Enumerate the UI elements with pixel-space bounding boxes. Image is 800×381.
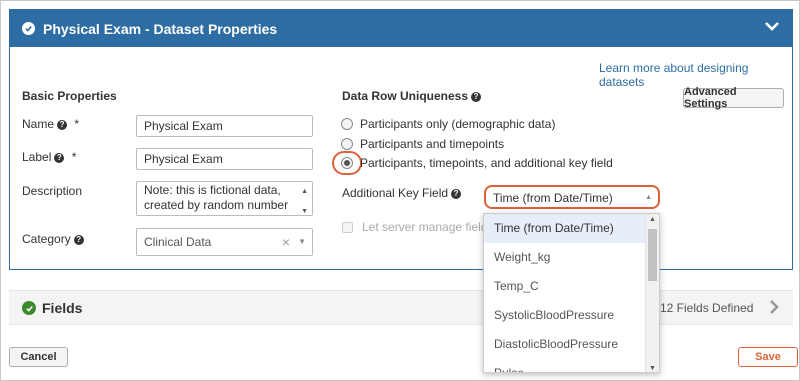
- fields-title: Fields: [42, 300, 83, 316]
- label-label: Label: [22, 150, 52, 164]
- cancel-button[interactable]: Cancel: [9, 347, 68, 367]
- required-marker: *: [74, 117, 80, 131]
- advanced-settings-button[interactable]: Advanced Settings: [683, 86, 784, 110]
- check-circle-icon: [22, 22, 35, 35]
- additional-key-dropdown-menu: Time (from Date/Time) Weight_kg Temp_C S…: [483, 213, 660, 373]
- name-label: Name: [22, 117, 55, 131]
- help-icon[interactable]: ?: [73, 234, 84, 245]
- description-textarea[interactable]: Note: this is fictional data, created by…: [136, 181, 313, 216]
- server-manage-checkbox[interactable]: [342, 222, 353, 233]
- dropdown-option[interactable]: Temp_C: [484, 272, 659, 301]
- help-icon[interactable]: ?: [57, 119, 68, 130]
- additional-key-label-row: Additional Key Field?: [342, 186, 462, 200]
- fields-panel-header[interactable]: Fields 12 Fields Defined: [9, 290, 793, 325]
- radio-participants-only[interactable]: [341, 118, 353, 130]
- dropdown-scrollbar[interactable]: ▲ ▼: [645, 214, 659, 372]
- help-icon[interactable]: ?: [54, 152, 65, 163]
- label-input[interactable]: Physical Exam: [136, 148, 313, 170]
- additional-key-label: Additional Key Field: [342, 186, 449, 200]
- dropdown-option[interactable]: Weight_kg: [484, 243, 659, 272]
- panel-header[interactable]: Physical Exam - Dataset Properties: [10, 10, 792, 47]
- radio-label[interactable]: Participants, timepoints, and additional…: [360, 156, 613, 170]
- uniqueness-heading: Data Row Uniqueness: [342, 89, 469, 103]
- description-line: Note: this is fictional data,: [144, 183, 281, 197]
- dropdown-option[interactable]: SystolicBloodPressure: [484, 301, 659, 330]
- basic-properties-heading: Basic Properties: [22, 89, 117, 103]
- fields-count: 12 Fields Defined: [660, 301, 754, 315]
- scroll-up-icon[interactable]: ▲: [649, 216, 656, 223]
- category-label-row: Category?: [22, 232, 84, 246]
- chevron-right-icon[interactable]: [769, 299, 779, 318]
- category-value: Clinical Data: [144, 235, 212, 249]
- learn-more-link[interactable]: Learn more about designing datasets: [599, 61, 792, 89]
- radio-participants-timepoints-key[interactable]: [341, 157, 353, 169]
- clear-icon[interactable]: ×: [282, 229, 290, 255]
- scroll-down-icon[interactable]: ▼: [301, 204, 308, 215]
- scroll-up-icon[interactable]: ▲: [301, 184, 308, 199]
- server-manage-label: Let server manage fields: [362, 220, 494, 234]
- required-marker: *: [71, 150, 77, 164]
- category-label: Category: [22, 232, 71, 246]
- dropdown-option[interactable]: DiastolicBloodPressure: [484, 330, 659, 359]
- chevron-down-icon[interactable]: ▼: [298, 229, 306, 255]
- help-icon[interactable]: ?: [451, 188, 462, 199]
- save-button[interactable]: Save: [738, 347, 798, 367]
- chevron-down-icon[interactable]: [764, 20, 780, 35]
- name-label-row: Name? *: [22, 117, 79, 131]
- radio-label[interactable]: Participants only (demographic data): [360, 117, 555, 131]
- category-select[interactable]: Clinical Data × ▼: [136, 228, 313, 256]
- name-input[interactable]: Physical Exam: [136, 115, 313, 137]
- additional-key-value: Time (from Date/Time): [493, 191, 613, 205]
- radio-label[interactable]: Participants and timepoints: [360, 137, 504, 151]
- dataset-designer: Physical Exam - Dataset Properties Learn…: [0, 0, 800, 381]
- dataset-properties-panel: Physical Exam - Dataset Properties Learn…: [9, 9, 793, 270]
- scroll-down-icon[interactable]: ▼: [649, 365, 656, 372]
- help-icon[interactable]: ?: [471, 91, 482, 102]
- dropdown-option[interactable]: Pulse: [484, 359, 659, 372]
- label-label-row: Label? *: [22, 150, 76, 164]
- description-line: created by random number: [144, 198, 289, 212]
- radio-participants-timepoints[interactable]: [341, 138, 353, 150]
- dropdown-option[interactable]: Time (from Date/Time): [484, 214, 659, 243]
- check-circle-icon: [22, 301, 36, 315]
- description-label: Description: [22, 184, 83, 198]
- scrollbar-thumb[interactable]: [648, 229, 657, 281]
- chevron-up-icon[interactable]: ▲: [645, 187, 652, 207]
- data-row-uniqueness-heading: Data Row Uniqueness?: [342, 89, 482, 103]
- additional-key-select[interactable]: Time (from Date/Time) ▲: [484, 185, 660, 209]
- panel-title: Physical Exam - Dataset Properties: [43, 20, 278, 37]
